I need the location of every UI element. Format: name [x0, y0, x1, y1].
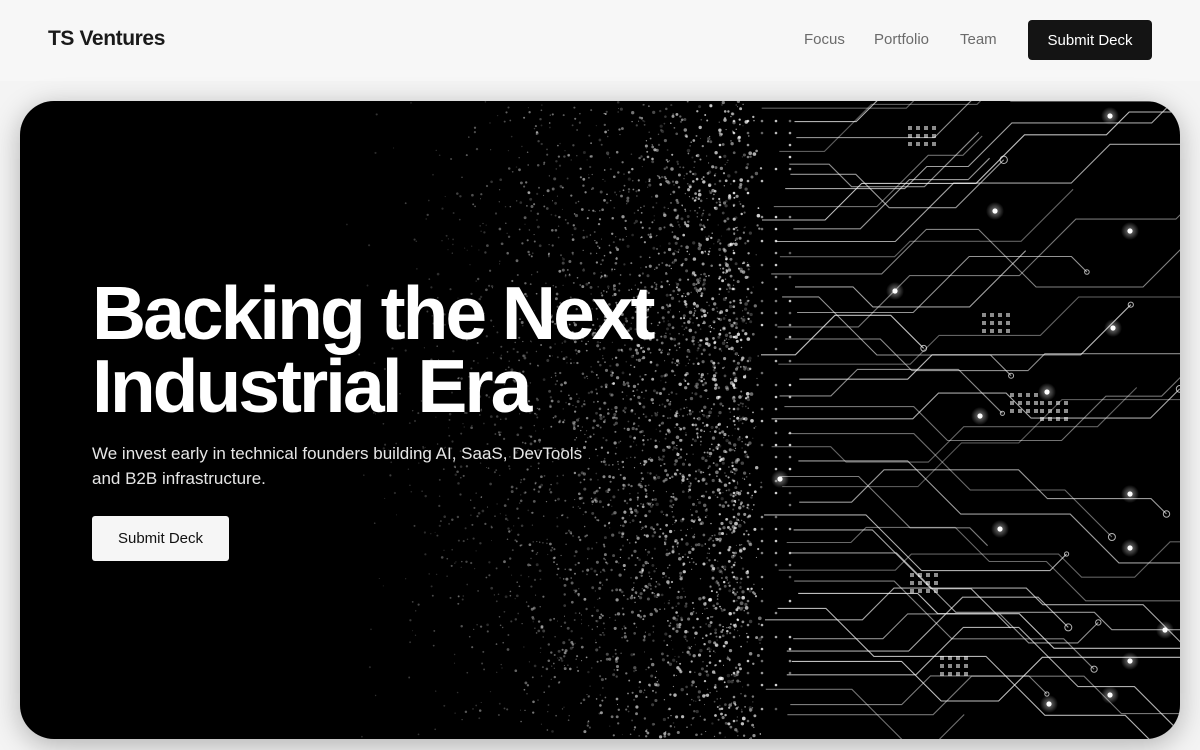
hero-submit-deck-button[interactable]: Submit Deck	[92, 516, 229, 561]
nav-link-focus[interactable]: Focus	[804, 31, 845, 48]
hero-headline-line-1: Backing the Next	[92, 271, 656, 355]
header-submit-deck-button[interactable]: Submit Deck	[1028, 20, 1152, 60]
hero-subtitle: We invest early in technical founders bu…	[92, 444, 583, 488]
hero-banner: Backing the Next Industrial Era We inves…	[20, 101, 1180, 739]
hero-headline: Backing the Next Industrial Era	[92, 271, 712, 428]
nav-link-portfolio[interactable]: Portfolio	[874, 31, 929, 48]
brand-logo-text[interactable]: TS Ventures	[48, 27, 165, 51]
hero-headline-line-2: Industrial Era	[92, 344, 532, 428]
top-navigation-bar: TS Ventures Focus Portfolio Team Submit …	[0, 0, 1200, 81]
nav-link-team[interactable]: Team	[960, 31, 997, 48]
